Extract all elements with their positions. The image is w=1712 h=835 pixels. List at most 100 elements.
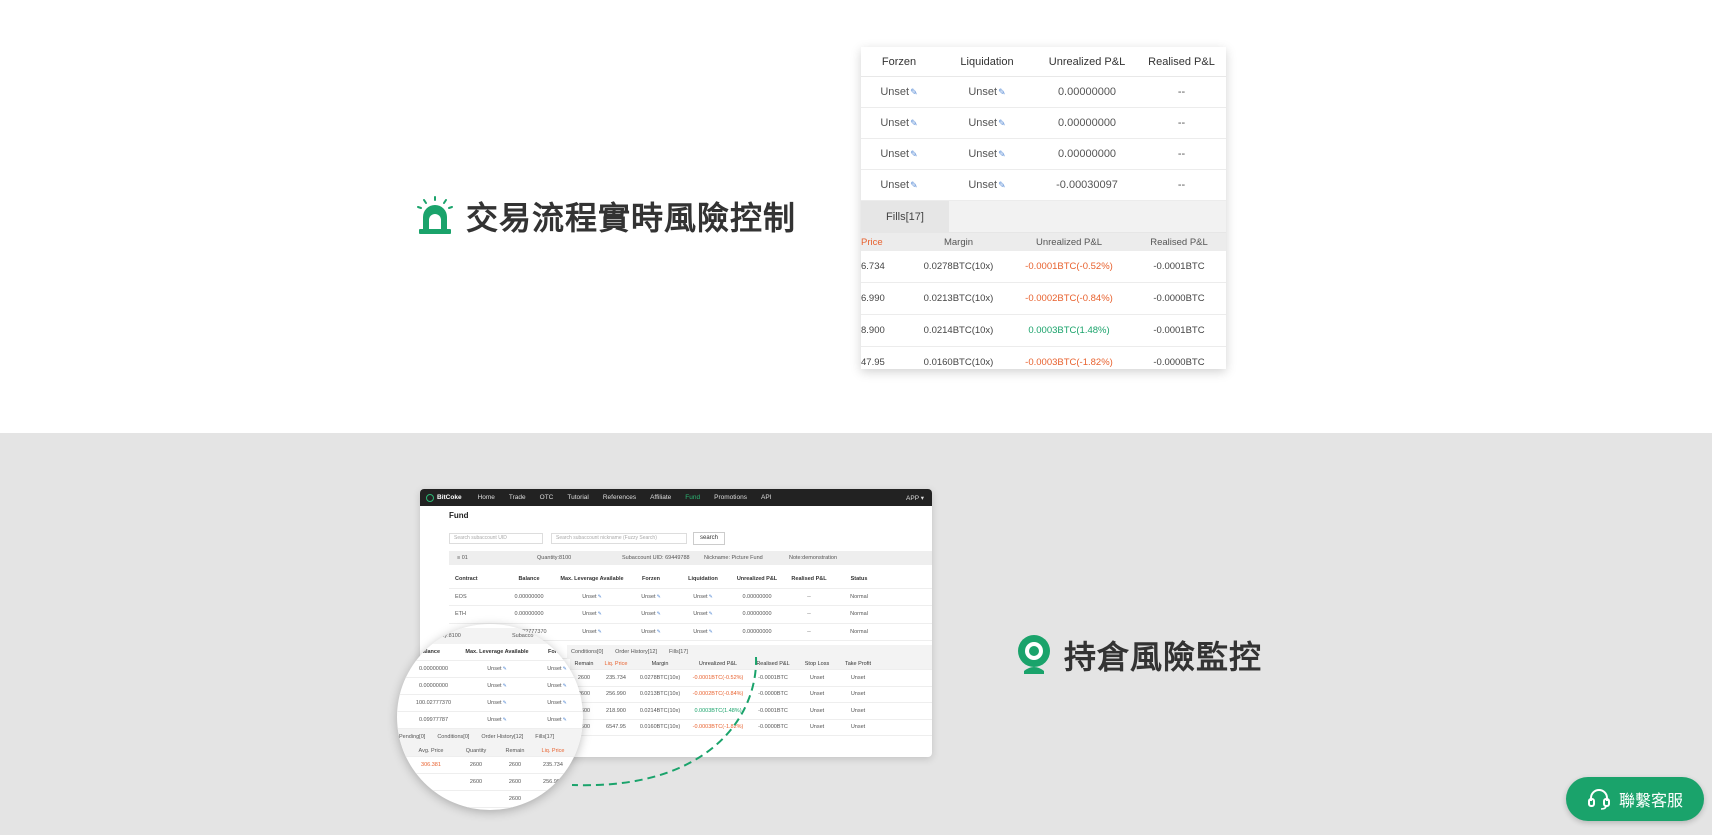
cell-lev[interactable]: Unset✎ — [462, 717, 532, 723]
edit-pencil-icon[interactable]: ✎ — [998, 87, 1006, 97]
cell-value: Normal — [850, 593, 868, 600]
nav-item-otc[interactable]: OTC — [540, 494, 554, 501]
edit-pencil-icon[interactable]: ✎ — [598, 611, 602, 617]
edit-pencil-icon[interactable]: ✎ — [657, 611, 661, 617]
edit-pencil-icon[interactable]: ✎ — [563, 683, 567, 689]
cell-liq[interactable]: Unset✎ — [675, 611, 731, 617]
nav-item-fund[interactable]: Fund — [685, 494, 700, 501]
cell-forzen[interactable]: Unset✎ — [627, 594, 675, 600]
cell-margin: 0.0160BTC(10x) — [923, 357, 994, 368]
app-menu[interactable]: APP ▾ — [906, 494, 924, 502]
edit-pencil-icon[interactable]: ✎ — [598, 629, 602, 635]
cell-value: Unset — [582, 611, 597, 618]
edit-pencil-icon[interactable]: ✎ — [503, 683, 507, 689]
edit-pencil-icon[interactable]: ✎ — [910, 180, 918, 190]
edit-pencil-icon[interactable]: ✎ — [563, 666, 567, 672]
col-realised: Realised P&L — [1148, 55, 1215, 68]
tab-fills[interactable]: Fills[17] — [861, 201, 949, 233]
lens-tab[interactable]: Order History[12] — [481, 734, 523, 740]
fills-row: 8.900 0.0214BTC(10x) 0.0003BTC(1.48%) -0.00… — [861, 315, 1226, 347]
cell-forzen[interactable]: Unset✎ — [861, 86, 937, 98]
cell-lev[interactable]: Unset✎ — [557, 594, 627, 600]
cell-liquidation[interactable]: Unset✎ — [937, 179, 1037, 191]
brand-logo[interactable]: BitCoke — [426, 493, 462, 502]
table-row: EOS 0.00000000 Unset✎ Unset✎ Unset✎ 0.0000000… — [449, 589, 932, 606]
uid-search-input[interactable]: Search subaccount UID — [449, 533, 543, 544]
nav-item-api[interactable]: API — [761, 494, 771, 501]
cell-value: 0.00000000 — [514, 593, 544, 600]
cell-value: Unset — [582, 593, 597, 600]
edit-pencil-icon[interactable]: ✎ — [709, 629, 713, 635]
cell-status: Normal — [835, 629, 883, 635]
support-label: 聯繫客服 — [1618, 791, 1683, 810]
edit-pencil-icon[interactable]: ✎ — [598, 594, 602, 600]
edit-pencil-icon[interactable]: ✎ — [910, 87, 918, 97]
cell-liq[interactable]: Unset✎ — [675, 594, 731, 600]
nav-item-promotions[interactable]: Promotions — [714, 494, 747, 501]
nav-item-affiliate[interactable]: Affiliate — [650, 494, 671, 501]
col-header: Avg. Price — [418, 747, 444, 754]
lens-tab[interactable]: Fills[17] — [535, 734, 554, 740]
col-forzen: Forzen — [881, 55, 917, 68]
lens-tab[interactable]: Conditions[0] — [437, 734, 469, 740]
edit-pencil-icon[interactable]: ✎ — [503, 717, 507, 723]
cell-liquidation[interactable]: Unset✎ — [937, 86, 1037, 98]
cell-forzen[interactable]: Unset✎ — [532, 683, 582, 689]
edit-pencil-icon[interactable]: ✎ — [503, 666, 507, 672]
cell-lev[interactable]: Unset✎ — [557, 629, 627, 635]
contact-support-button[interactable]: 聯繫客服 — [1566, 777, 1704, 821]
cell-forzen[interactable]: Unset✎ — [861, 117, 937, 129]
nickname-search-input[interactable]: Search subaccount nickname (Fuzzy Search… — [551, 533, 687, 544]
cell-forzen[interactable]: Unset✎ — [861, 148, 937, 160]
cell-value: Unset — [487, 683, 502, 689]
table-row: Unset✎ Unset✎ -0.00030097 -- — [861, 170, 1226, 201]
edit-pencil-icon[interactable]: ✎ — [709, 611, 713, 617]
edit-pencil-icon[interactable]: ✎ — [998, 180, 1006, 190]
cell-forzen[interactable]: Unset✎ — [861, 179, 937, 191]
cell-realised: -0.0000BTC — [1153, 357, 1205, 368]
edit-pencil-icon[interactable]: ✎ — [657, 629, 661, 635]
edit-pencil-icon[interactable]: ✎ — [910, 149, 918, 159]
cell-value: -- — [1177, 117, 1186, 129]
cell-lev[interactable]: Unset✎ — [462, 700, 532, 706]
edit-pencil-icon[interactable]: ✎ — [709, 594, 713, 600]
cell-liquidation[interactable]: Unset✎ — [937, 148, 1037, 160]
cell-forzen[interactable]: Unset✎ — [532, 717, 582, 723]
edit-pencil-icon[interactable]: ✎ — [503, 700, 507, 706]
edit-pencil-icon[interactable]: ✎ — [563, 717, 567, 723]
search-button[interactable]: search — [693, 532, 725, 545]
edit-pencil-icon[interactable]: ✎ — [657, 594, 661, 600]
alarm-icon — [417, 196, 453, 234]
cell-liquidation[interactable]: Unset✎ — [937, 117, 1037, 129]
index-value: 01 — [461, 555, 468, 561]
edit-pencil-icon[interactable]: ✎ — [998, 149, 1006, 159]
nav-item-home[interactable]: Home — [478, 494, 495, 501]
headset-icon — [1587, 789, 1610, 810]
col-header: Quantity — [465, 747, 487, 754]
cell-lev[interactable]: Unset✎ — [557, 611, 627, 617]
connector-line — [571, 656, 758, 787]
cell-lev[interactable]: Unset✎ — [462, 666, 532, 672]
cell-liq[interactable]: Unset✎ — [675, 629, 731, 635]
cell-price: 6.990 — [861, 293, 885, 304]
cell-value: Unset — [693, 611, 708, 618]
edit-pencil-icon[interactable]: ✎ — [998, 118, 1006, 128]
cell-value: Unset — [880, 86, 910, 98]
lens-tab[interactable]: Pending[0] — [399, 734, 425, 740]
cell-forzen[interactable]: Unset✎ — [627, 611, 675, 617]
cell-lev[interactable]: Unset✎ — [462, 683, 532, 689]
cell-value: 0.00000000 — [742, 593, 772, 600]
nav-item-references[interactable]: References — [603, 494, 636, 501]
nav-item-tutorial[interactable]: Tutorial — [567, 494, 588, 501]
cell-price: 47.95 — [861, 357, 885, 368]
cell-forzen[interactable]: Unset✎ — [627, 629, 675, 635]
cell-value: 0.00000000 — [514, 611, 544, 618]
fills-row: 6.990 0.0213BTC(10x) -0.0002BTC(-0.84%) -0.… — [861, 283, 1226, 315]
cell-value: -0.00030097 — [1056, 179, 1118, 191]
subaccount-bar: ≡ 01 Quantity:8100 Subaccount UID: 69449… — [449, 551, 932, 565]
table-row: Unset✎ Unset✎ 0.00000000 -- — [861, 139, 1226, 170]
edit-pencil-icon[interactable]: ✎ — [910, 118, 918, 128]
cell-forzen[interactable]: Unset✎ — [532, 700, 582, 706]
edit-pencil-icon[interactable]: ✎ — [563, 700, 567, 706]
nav-item-trade[interactable]: Trade — [509, 494, 526, 501]
